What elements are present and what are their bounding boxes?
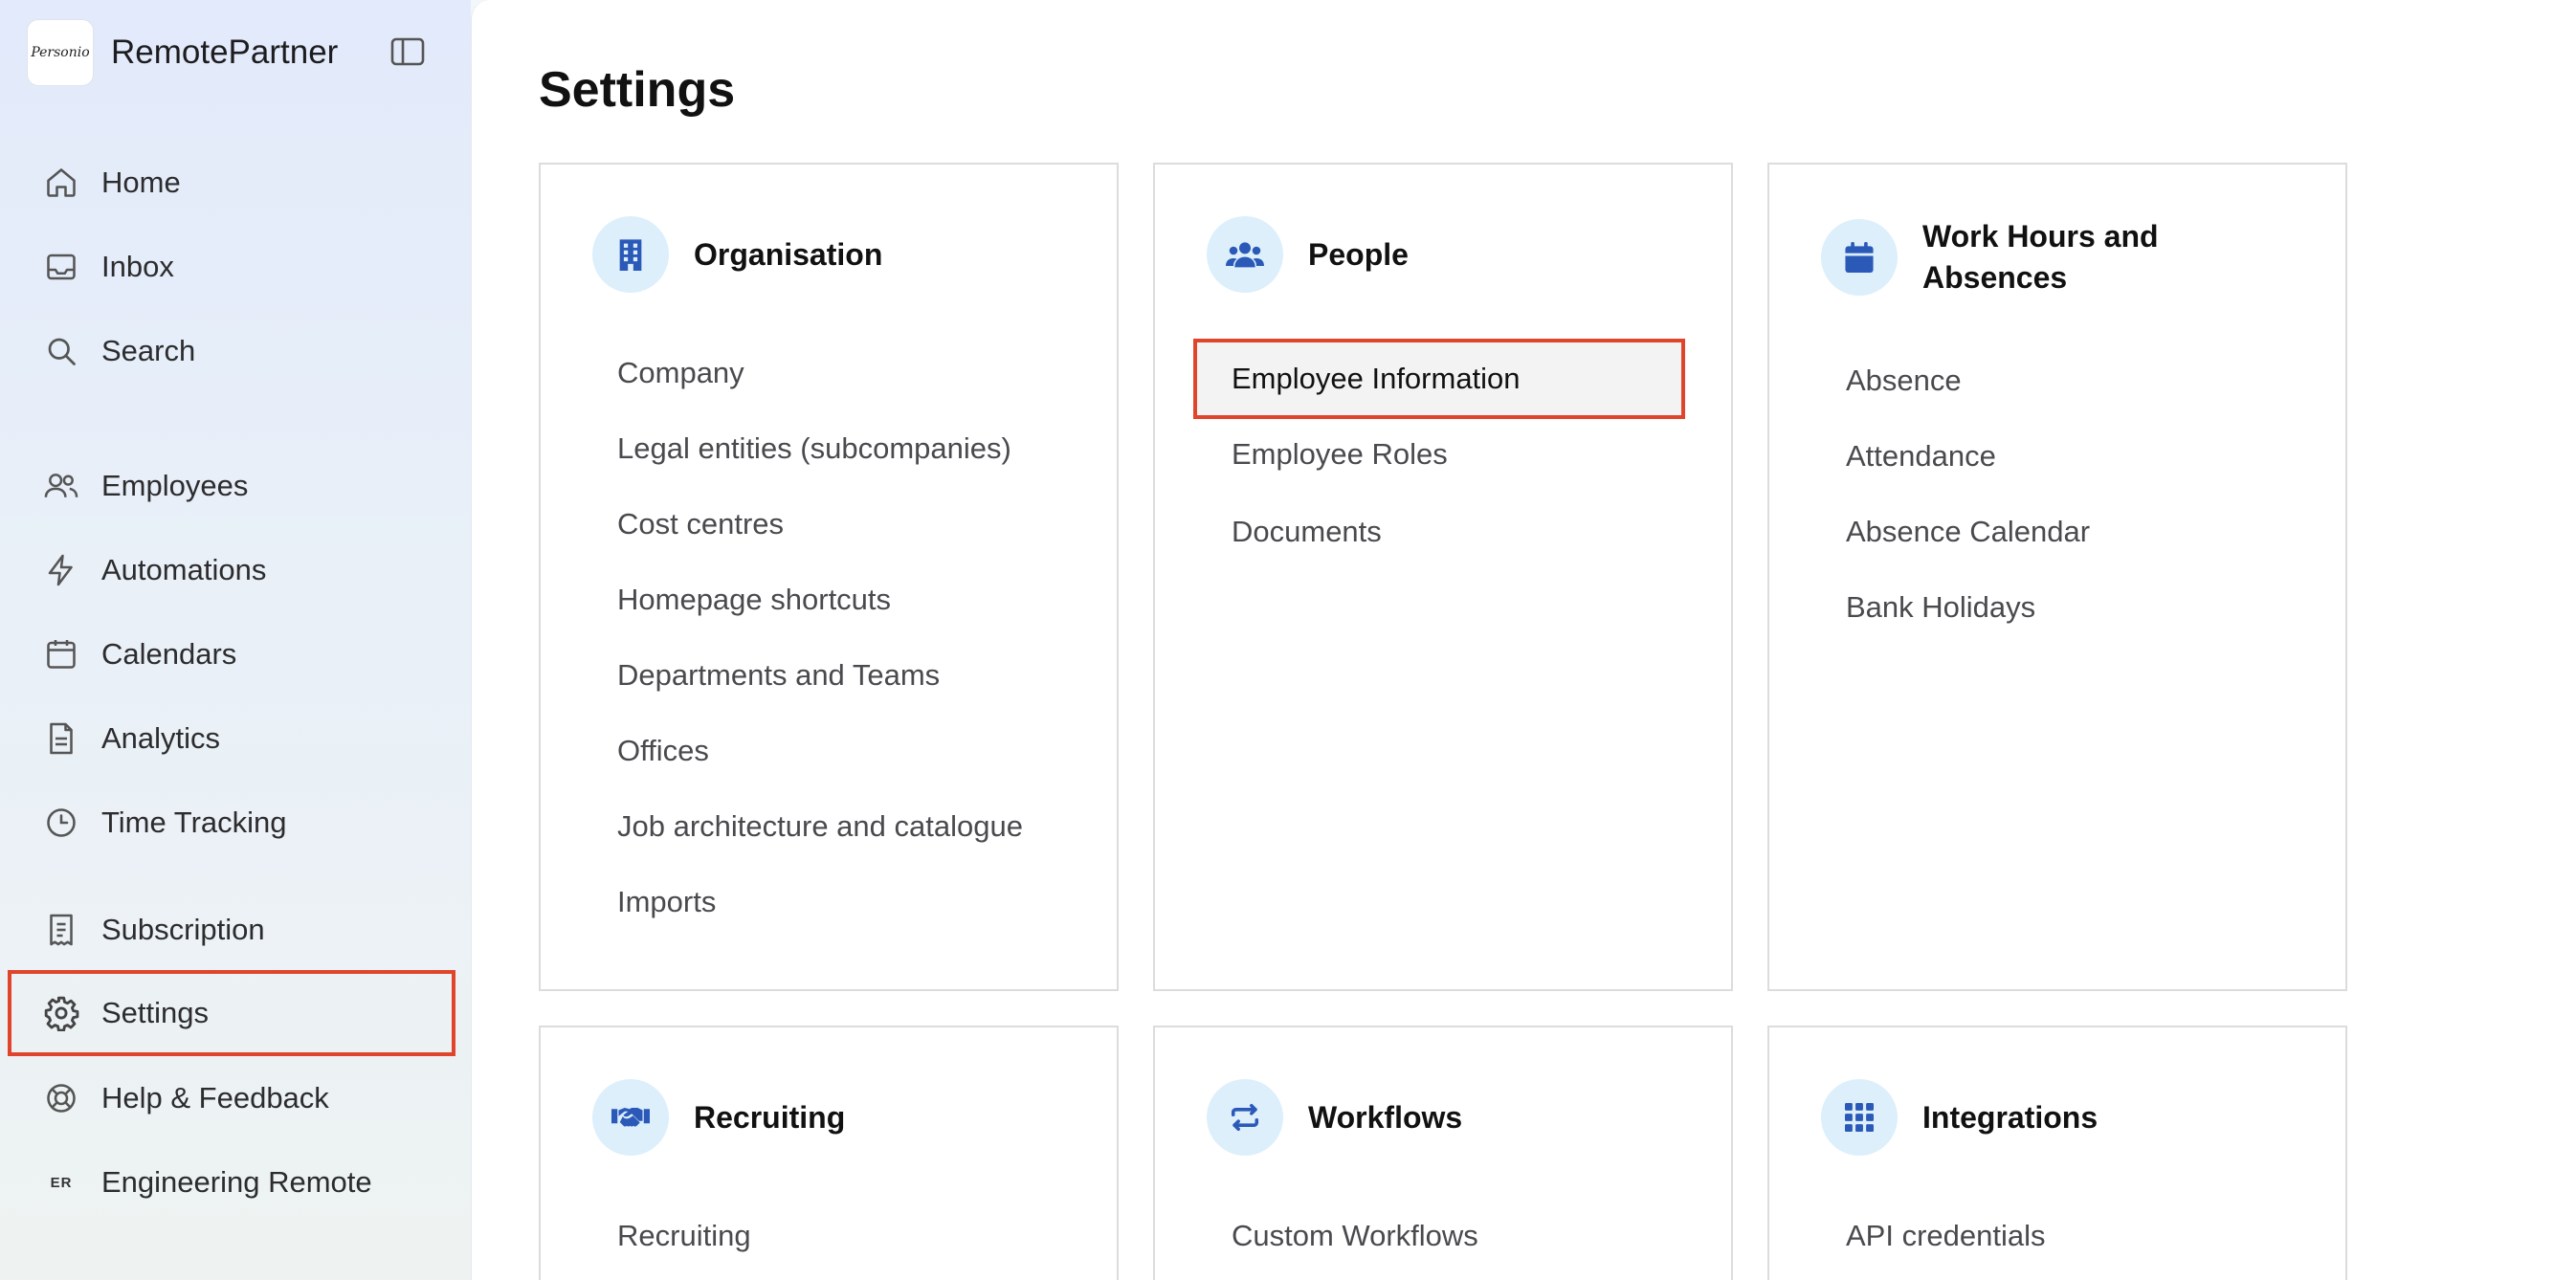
settings-link-company[interactable]: Company bbox=[579, 335, 1078, 410]
card-title: Recruiting bbox=[694, 1099, 846, 1135]
sidebar-item-label: Home bbox=[101, 166, 181, 199]
sidebar-item-inbox[interactable]: Inbox bbox=[8, 225, 455, 309]
company-name: RemotePartner bbox=[111, 33, 339, 71]
settings-link-documents[interactable]: Documents bbox=[1193, 494, 1685, 569]
sidebar-item-label: Automations bbox=[101, 553, 267, 586]
card-title: People bbox=[1308, 236, 1409, 272]
sidebar-item-automations[interactable]: Automations bbox=[8, 528, 455, 612]
settings-card-integrations: Integrations API credentials bbox=[1767, 1026, 2347, 1280]
brand[interactable]: Personio RemotePartner bbox=[27, 19, 338, 86]
sidebar-item-label: Help & Feedback bbox=[101, 1081, 329, 1114]
receipt-icon bbox=[42, 911, 80, 949]
calendar-icon bbox=[42, 635, 80, 673]
sidebar-item-label: Search bbox=[101, 334, 196, 367]
settings-link-cost-centres[interactable]: Cost centres bbox=[579, 486, 1078, 562]
sidebar-toggle-icon bbox=[390, 37, 425, 66]
people-icon bbox=[42, 467, 80, 505]
card-header: Organisation bbox=[592, 216, 882, 293]
settings-link-legal-entities[interactable]: Legal entities (subcompanies) bbox=[579, 410, 1078, 486]
settings-link-job-architecture[interactable]: Job architecture and catalogue bbox=[579, 788, 1078, 864]
clock-icon bbox=[42, 804, 80, 842]
settings-card-people: People Employee Information Employee Rol… bbox=[1153, 163, 1733, 991]
sidebar-item-label: Settings bbox=[101, 996, 210, 1029]
people-group-icon bbox=[1207, 216, 1283, 293]
sidebar-item-help-feedback[interactable]: Help & Feedback bbox=[8, 1056, 455, 1140]
settings-link-homepage-shortcuts[interactable]: Homepage shortcuts bbox=[579, 562, 1078, 637]
card-link-list: Absence Attendance Absence Calendar Bank… bbox=[1808, 342, 2307, 645]
settings-card-work-hours-absences: Work Hours and Absences Absence Attendan… bbox=[1767, 163, 2347, 991]
settings-link-offices[interactable]: Offices bbox=[579, 713, 1078, 788]
settings-card-recruiting: Recruiting Recruiting bbox=[539, 1026, 1119, 1280]
settings-card-workflows: Workflows Custom Workflows bbox=[1153, 1026, 1733, 1280]
handshake-icon bbox=[592, 1079, 669, 1156]
card-title: Workflows bbox=[1308, 1099, 1463, 1135]
sidebar-item-analytics[interactable]: Analytics bbox=[8, 696, 455, 781]
settings-link-imports[interactable]: Imports bbox=[579, 864, 1078, 939]
card-link-list: Custom Workflows bbox=[1193, 1198, 1693, 1273]
card-link-list: Company Legal entities (subcompanies) Co… bbox=[579, 335, 1078, 939]
sidebar-item-label: Subscription bbox=[101, 913, 265, 946]
card-header: Workflows bbox=[1207, 1079, 1462, 1156]
sidebar-item-home[interactable]: Home bbox=[8, 141, 455, 225]
settings-card-organisation: Organisation Company Legal entities (sub… bbox=[539, 163, 1119, 991]
sidebar-item-employees[interactable]: Employees bbox=[8, 444, 455, 528]
sidebar-item-subscription[interactable]: Subscription bbox=[8, 888, 455, 972]
repeat-icon bbox=[1207, 1079, 1283, 1156]
sidebar-item-label: Time Tracking bbox=[101, 806, 287, 839]
card-title: Integrations bbox=[1922, 1099, 2099, 1135]
gear-icon bbox=[42, 994, 80, 1032]
workspace-initials-icon: ER bbox=[50, 1174, 73, 1191]
settings-link-absence[interactable]: Absence bbox=[1808, 342, 2307, 418]
settings-link-absence-calendar[interactable]: Absence Calendar bbox=[1808, 494, 2307, 569]
sidebar-item-search[interactable]: Search bbox=[8, 309, 455, 393]
sidebar-item-label: Employees bbox=[101, 469, 249, 502]
calendar-filled-icon bbox=[1821, 219, 1898, 296]
settings-link-api-credentials[interactable]: API credentials bbox=[1808, 1198, 2307, 1273]
lightning-icon bbox=[42, 551, 80, 589]
main-content: Settings Organisation Company Legal enti… bbox=[471, 0, 2576, 1280]
sidebar-item-settings[interactable]: Settings bbox=[8, 970, 455, 1056]
app-window: Personio RemotePartner Home Inbox Search… bbox=[0, 0, 2576, 1280]
company-logo: Personio bbox=[27, 19, 94, 86]
card-link-list: API credentials bbox=[1808, 1198, 2307, 1273]
document-icon bbox=[42, 719, 80, 758]
lifebuoy-icon bbox=[42, 1079, 80, 1117]
card-header: Recruiting bbox=[592, 1079, 845, 1156]
card-link-list: Recruiting bbox=[579, 1198, 1078, 1273]
settings-link-custom-workflows[interactable]: Custom Workflows bbox=[1193, 1198, 1693, 1273]
card-title: Organisation bbox=[694, 236, 883, 272]
search-icon bbox=[42, 332, 80, 370]
sidebar-item-label: Calendars bbox=[101, 637, 237, 671]
card-header: Work Hours and Absences bbox=[1821, 216, 2210, 298]
settings-link-bank-holidays[interactable]: Bank Holidays bbox=[1808, 569, 2307, 645]
settings-link-employee-roles[interactable]: Employee Roles bbox=[1193, 419, 1685, 494]
settings-link-departments-teams[interactable]: Departments and Teams bbox=[579, 637, 1078, 713]
settings-link-attendance[interactable]: Attendance bbox=[1808, 418, 2307, 494]
settings-link-employee-information[interactable]: Employee Information bbox=[1193, 339, 1685, 419]
card-title: Work Hours and Absences bbox=[1922, 219, 2159, 295]
sidebar: Personio RemotePartner Home Inbox Search… bbox=[0, 0, 471, 1280]
card-header: Integrations bbox=[1821, 1079, 2098, 1156]
sidebar-item-label: Engineering Remote bbox=[101, 1165, 372, 1199]
settings-link-recruiting[interactable]: Recruiting bbox=[579, 1198, 1078, 1273]
grid-icon bbox=[1821, 1079, 1898, 1156]
building-icon bbox=[592, 216, 669, 293]
sidebar-item-time-tracking[interactable]: Time Tracking bbox=[8, 781, 455, 865]
home-icon bbox=[42, 164, 80, 202]
sidebar-toggle-button[interactable] bbox=[387, 33, 429, 71]
card-link-list: Employee Information Employee Roles Docu… bbox=[1193, 339, 1685, 569]
sidebar-item-label: Analytics bbox=[101, 721, 221, 755]
sidebar-item-label: Inbox bbox=[101, 250, 174, 283]
sidebar-item-calendars[interactable]: Calendars bbox=[8, 612, 455, 696]
inbox-icon bbox=[42, 248, 80, 286]
page-title: Settings bbox=[539, 62, 736, 118]
card-header: People bbox=[1207, 216, 1409, 293]
sidebar-item-engineering-remote[interactable]: ER Engineering Remote bbox=[8, 1140, 455, 1225]
